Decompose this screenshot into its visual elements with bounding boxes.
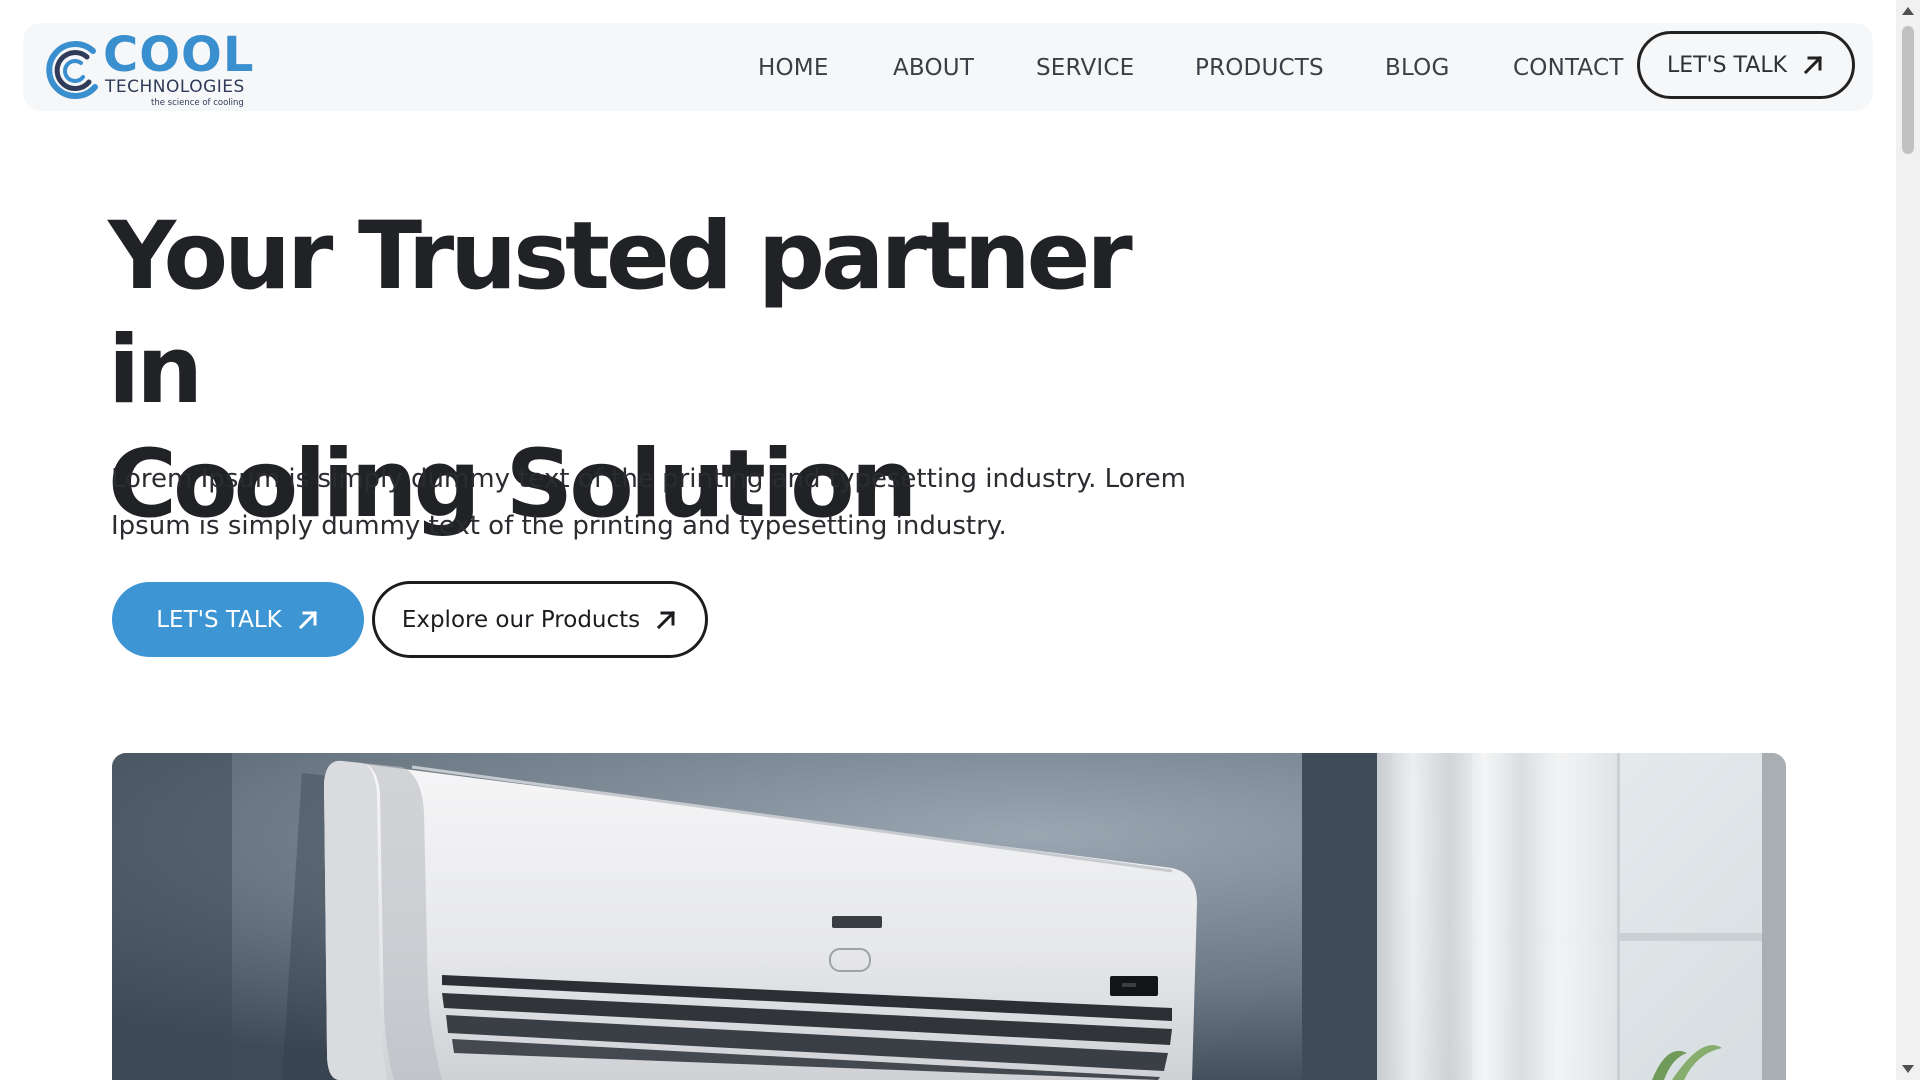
nav-item-blog[interactable]: BLOG: [1385, 55, 1450, 81]
explore-products-button[interactable]: Explore our Products: [372, 581, 708, 658]
hero-primary-label: LET'S TALK: [156, 606, 282, 633]
scroll-thumb[interactable]: [1902, 26, 1914, 154]
nav-item-products[interactable]: PRODUCTS: [1195, 55, 1324, 81]
air-conditioner-illustration: [112, 753, 1786, 1080]
hero-image-air-conditioner: [112, 753, 1786, 1080]
logo-wordmark: COOL: [103, 27, 255, 83]
arrow-up-right-icon: [1803, 55, 1823, 75]
logo-tagline: the science of cooling: [151, 98, 244, 108]
hero-title-line-1: Your Trusted partner in: [108, 202, 1133, 425]
logo-swirl-icon: [46, 41, 98, 99]
scroll-up-arrow-icon[interactable]: [1902, 7, 1914, 15]
scroll-down-arrow-icon[interactable]: [1902, 1065, 1914, 1073]
logo-subtitle: TECHNOLOGIES: [105, 77, 245, 97]
arrow-up-right-icon: [298, 610, 317, 629]
vertical-scrollbar[interactable]: [1896, 0, 1920, 1080]
hero-lets-talk-button[interactable]: LET'S TALK: [112, 582, 364, 657]
nav-item-service[interactable]: SERVICE: [1036, 55, 1134, 81]
arrow-up-right-icon: [657, 610, 676, 629]
header-lets-talk-button[interactable]: LET'S TALK: [1637, 31, 1855, 99]
site-header: COOL TECHNOLOGIES the science of cooling…: [23, 23, 1873, 111]
page: COOL TECHNOLOGIES the science of cooling…: [0, 0, 1920, 1080]
brand-logo[interactable]: COOL TECHNOLOGIES the science of cooling: [41, 31, 253, 109]
nav-item-contact[interactable]: CONTACT: [1513, 55, 1623, 81]
hero-secondary-label: Explore our Products: [401, 606, 641, 633]
header-cta-label: LET'S TALK: [1666, 52, 1788, 78]
nav-item-about[interactable]: ABOUT: [893, 55, 974, 81]
hero-description: Lorem Ipsum is simply dummy text of the …: [111, 464, 1186, 541]
nav-item-home[interactable]: HOME: [758, 55, 829, 81]
